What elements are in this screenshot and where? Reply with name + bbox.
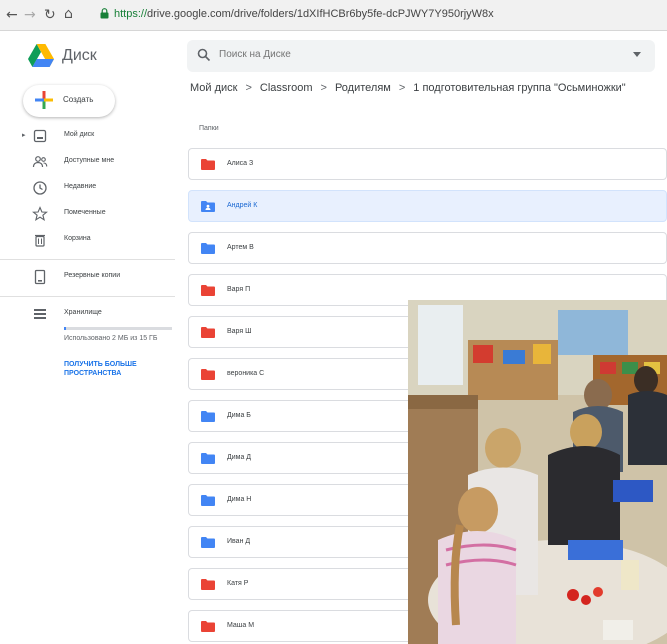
backup-icon (34, 269, 46, 285)
get-more-storage-link[interactable]: Получить больше пространства (64, 360, 164, 378)
google-drive-logo-icon[interactable] (28, 44, 54, 67)
folder-icon (201, 327, 215, 338)
sidebar-item-label: Корзина (64, 235, 91, 242)
lock-icon (100, 8, 109, 19)
back-arrow-icon[interactable]: ← (6, 7, 18, 23)
folder-icon (201, 453, 215, 464)
sidebar-item-label: Доступные мне (64, 157, 115, 164)
chevron-right-icon: > (245, 82, 252, 94)
url-scheme: https:// (114, 8, 148, 20)
folder-icon (201, 159, 215, 170)
shared-with-me-icon (32, 156, 48, 168)
my-drive-icon (33, 129, 47, 143)
folder-icon (201, 579, 215, 590)
sidebar-item-my-drive[interactable]: ▸ Мой диск (0, 126, 175, 148)
folder-icon (201, 537, 215, 548)
sidebar-item-label: Помеченные (64, 209, 106, 216)
folder-icon (201, 285, 215, 296)
breadcrumb-current-folder[interactable]: 1 подготовительная группа "Осьминожки" (413, 82, 625, 94)
plus-icon (35, 91, 53, 109)
sidebar-item-shared-with-me[interactable]: Доступные мне (0, 152, 175, 174)
chevron-right-icon: > (398, 82, 406, 94)
folder-name: Дима Н (227, 496, 252, 503)
folder-name: Катя Р (227, 580, 249, 587)
folder-name: Артем В (227, 244, 254, 251)
forward-arrow-icon[interactable]: → (24, 7, 36, 23)
sidebar-item-recent[interactable]: Недавние (0, 178, 175, 200)
folder-name: Дима Д (227, 454, 252, 461)
sidebar-divider (0, 296, 175, 297)
breadcrumb: Мой диск > Classroom > Родителям >1 подготови… (190, 82, 626, 94)
sidebar-item-label: Недавние (64, 183, 97, 190)
expand-arrow-icon[interactable]: ▸ (22, 131, 26, 139)
folder-name: Варя П (227, 286, 251, 293)
trash-icon (35, 234, 45, 247)
folder-icon (201, 369, 215, 380)
url-path: drive.google.com/drive/folders/1dXIfHCBr… (147, 8, 494, 20)
folder-name: Варя Ш (227, 328, 252, 335)
search-box[interactable] (187, 40, 655, 72)
create-button-label: Создать (63, 95, 94, 104)
folder-name: Алиса З (227, 160, 254, 167)
storage-usage-text: Использовано 2 МБ из 15 ГБ (64, 335, 158, 342)
breadcrumb-item[interactable]: Родителям (335, 82, 391, 94)
folder-icon (201, 621, 215, 632)
chevron-right-icon: > (320, 82, 327, 94)
home-icon[interactable]: ⌂ (64, 6, 73, 22)
recent-clock-icon (33, 181, 47, 195)
folder-name: вероника С (227, 370, 265, 377)
folder-icon (201, 495, 215, 506)
search-options-dropdown-icon[interactable] (633, 52, 641, 57)
search-input[interactable] (219, 49, 609, 60)
address-bar[interactable]: https://drive.google.com/drive/folders/1… (114, 8, 494, 20)
sidebar-item-trash[interactable]: Корзина (0, 230, 175, 252)
browser-toolbar: ← → ↻ ⌂ https://drive.google.com/drive/f… (0, 0, 667, 31)
reload-icon[interactable]: ↻ (44, 7, 56, 23)
sidebar-item-storage[interactable]: Хранилище (0, 304, 175, 326)
folder-row[interactable]: Алиса З (188, 148, 667, 180)
folder-name: Дима Б (227, 412, 251, 419)
folder-icon (201, 411, 215, 422)
folders-section-label: Папки (199, 125, 219, 132)
app-title: Диск (62, 47, 97, 64)
folder-row[interactable]: Артем В (188, 232, 667, 264)
folder-icon (201, 243, 215, 254)
star-icon (32, 206, 48, 222)
storage-usage-fill (64, 327, 67, 330)
sidebar-item-backups[interactable]: Резервные копии (0, 267, 175, 289)
sidebar-item-starred[interactable]: Помеченные (0, 204, 175, 226)
sidebar-item-label: Резервные копии (64, 272, 121, 279)
sidebar-item-label: Хранилище (64, 309, 102, 316)
classroom-photo (408, 300, 667, 644)
sidebar-item-label: Мой диск (64, 131, 95, 138)
shared-folder-icon (201, 201, 215, 212)
storage-icon (34, 309, 46, 319)
create-button[interactable]: Создать (23, 85, 115, 117)
folder-name: Маша М (227, 622, 255, 629)
folder-row[interactable]: Андрей К (188, 190, 667, 222)
breadcrumb-item[interactable]: Classroom (260, 82, 313, 94)
search-icon[interactable] (197, 48, 211, 62)
folder-name: Иван Д (227, 538, 251, 545)
breadcrumb-item[interactable]: Мой диск (190, 82, 237, 94)
folder-name: Андрей К (227, 202, 258, 209)
storage-usage-bar (64, 327, 172, 330)
sidebar-divider (0, 259, 175, 260)
